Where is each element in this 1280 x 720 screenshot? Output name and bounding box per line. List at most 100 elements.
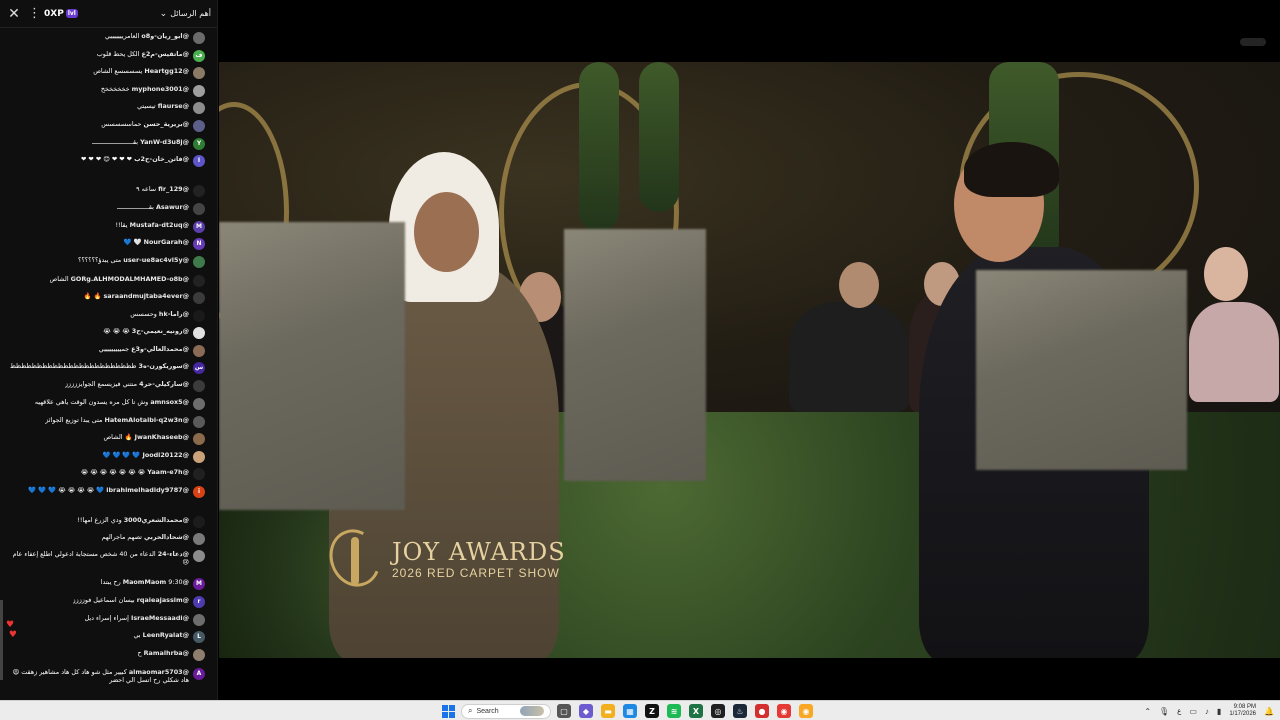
avatar[interactable]: [193, 310, 205, 322]
chat-message[interactable]: @Joodi20122 💙 💙 💙 💙: [7, 451, 205, 463]
chat-message[interactable]: @محمدالشعري3000 ودي الزرع امها!!: [7, 516, 205, 528]
avatar[interactable]: I: [193, 155, 205, 167]
chat-message[interactable]: @IsraeMessaadi إسراء إسراء ديل: [7, 614, 205, 626]
chat-message[interactable]: @شحادالحربي تصهم ماجرالهم: [7, 533, 205, 545]
taskbar-search[interactable]: ⌕ Search: [461, 703, 551, 719]
avatar[interactable]: L: [193, 631, 205, 643]
chat-message[interactable]: N @NourGarah 🤍 💙: [7, 238, 205, 250]
avatar[interactable]: [193, 185, 205, 197]
avatar[interactable]: [193, 649, 205, 661]
chevron-up-icon[interactable]: ⌃: [1144, 707, 1151, 716]
chrome-icon[interactable]: ◉: [777, 704, 791, 718]
avatar[interactable]: [193, 516, 205, 528]
avatar[interactable]: س: [193, 362, 205, 374]
volume-icon[interactable]: ♪: [1205, 707, 1209, 716]
chat-scrollbar[interactable]: [0, 600, 3, 680]
chat-author[interactable]: @Joodi20122: [142, 451, 189, 459]
chat-author[interactable]: @راما-hk: [159, 310, 189, 318]
chat-message[interactable]: M @MaomMaom 9:30 رح يبتدا: [7, 578, 205, 590]
avatar[interactable]: [193, 468, 205, 480]
chat-message[interactable]: @Ramalhrba ح: [7, 649, 205, 661]
chat-author[interactable]: @فاتن_خان-ح2ب: [134, 155, 189, 163]
avatar[interactable]: [193, 550, 205, 562]
clock[interactable]: 9:08 PM 1/17/2026: [1229, 704, 1256, 718]
avatar[interactable]: [193, 533, 205, 545]
avatar[interactable]: r: [193, 596, 205, 608]
chat-message[interactable]: @flaurse تيسيتي: [7, 102, 205, 114]
chat-message[interactable]: @بريرية_حسن حماسسسسس: [7, 120, 205, 132]
avatar[interactable]: [193, 102, 205, 114]
avatar[interactable]: N: [193, 238, 205, 250]
chat-message[interactable]: Y @YanW-d3u8j بقــــــــــــــــــــــ: [7, 138, 205, 150]
chat-author[interactable]: @IsraeMessaadi: [131, 614, 189, 622]
chat-message[interactable]: ف @ماتقيس-م2ع الكل يحط قلوب: [7, 50, 205, 62]
chat-message-list[interactable]: @ابو_ريان-وo8 العامريييييييي ف @ماتقيس-م2ع…: [0, 30, 217, 700]
chat-message[interactable]: i @ibrahimelhadidy9787 💙 😭 😭 😭 😭 💙 💙 💙: [7, 486, 205, 498]
avatar[interactable]: [193, 345, 205, 357]
chat-author[interactable]: @رونيه_نعيمي-ح3: [132, 327, 189, 335]
chat-message[interactable]: @myphone3001 خخخخخخخ: [7, 85, 205, 97]
avatar[interactable]: ف: [193, 50, 205, 62]
chat-message[interactable]: I @فاتن_خان-ح2ب ❤ ❤ ❤ 😊 ❤ ❤ ❤: [7, 155, 205, 167]
chat-author[interactable]: @ibrahimelhadidy9787: [106, 486, 189, 494]
chat-author[interactable]: @JwanKhaseeb: [135, 433, 189, 441]
chat-author[interactable]: @دعاء-24: [158, 550, 189, 558]
windows-start-icon[interactable]: [442, 704, 455, 718]
chat-message[interactable]: @JwanKhaseeb 🔥 الشاص: [7, 433, 205, 445]
avatar[interactable]: [193, 433, 205, 445]
chat-author[interactable]: @ماتقيس-م2ع: [141, 50, 189, 58]
chat-author[interactable]: @HatemAlotaibi-q2w3n: [104, 416, 189, 424]
chat-author[interactable]: @Ramalhrba: [144, 649, 189, 657]
chat-message[interactable]: @saraandmujtaba4ever 🔥 🔥: [7, 292, 205, 304]
avatar[interactable]: [193, 85, 205, 97]
chat-author[interactable]: @almaomar5703: [129, 668, 189, 676]
steam-icon[interactable]: ♨: [733, 704, 747, 718]
chat-message[interactable]: @HatemAlotaibi-q2w3n متى يبدا توزيع الجو…: [7, 416, 205, 428]
task-view-icon[interactable]: ▢: [557, 704, 571, 718]
avatar[interactable]: [193, 416, 205, 428]
avatar[interactable]: [193, 67, 205, 79]
avatar[interactable]: [193, 256, 205, 268]
avatar[interactable]: Y: [193, 138, 205, 150]
chat-message[interactable]: @ساركيلي-حر4 منتني فيزيسمع الجوايززززز: [7, 380, 205, 392]
chat-message[interactable]: @fir_129 ساعه ٩: [7, 185, 205, 197]
chat-message[interactable]: A @almaomar5703 كبيير مثل شو هاد كل هاد م…: [7, 668, 205, 684]
xp-indicator[interactable]: 0XP lvl: [44, 9, 78, 19]
chat-sort-dropdown[interactable]: ⌄ أهم الرسائل: [160, 9, 211, 19]
battery-icon[interactable]: ▮: [1217, 707, 1221, 716]
player-toggle-icon[interactable]: [1240, 38, 1266, 46]
avatar[interactable]: [193, 120, 205, 132]
avatar[interactable]: [193, 380, 205, 392]
avatar[interactable]: A: [193, 668, 205, 680]
more-options-icon[interactable]: ⋮: [28, 6, 41, 22]
chat-author[interactable]: @saraandmujtaba4ever: [104, 292, 190, 300]
avatar[interactable]: [193, 32, 205, 44]
chat-author[interactable]: @شحادالحربي: [144, 533, 189, 541]
chat-author[interactable]: @myphone3001: [132, 85, 189, 93]
avatar[interactable]: M: [193, 578, 205, 590]
chat-author[interactable]: @محمدالشعري3000: [124, 516, 189, 524]
chat-message[interactable]: @رونيه_نعيمي-ح3 😭 😭 😭: [7, 327, 205, 339]
chat-author[interactable]: @NourGarah: [144, 238, 189, 246]
chat-author[interactable]: @rqaieajassim: [137, 596, 189, 604]
avatar[interactable]: [193, 292, 205, 304]
avatar[interactable]: [193, 451, 205, 463]
recorder-icon[interactable]: ●: [755, 704, 769, 718]
excel-icon[interactable]: X: [689, 704, 703, 718]
avatar[interactable]: i: [193, 486, 205, 498]
file-explorer-icon[interactable]: ▬: [601, 704, 615, 718]
chat-author[interactable]: @سوريكورن-ه3: [139, 362, 190, 370]
chat-author[interactable]: @LeenRyalat: [143, 631, 189, 639]
notion-icon[interactable]: Z: [645, 704, 659, 718]
close-icon[interactable]: ✕: [6, 6, 22, 22]
chat-author[interactable]: @user-ue8ac4vl5y: [123, 256, 189, 264]
chat-message[interactable]: @محمدالعالي-و3ع جميييييييييي: [7, 345, 205, 357]
chat-message[interactable]: س @سوريكورن-ه3 ظظظظظظظظظظظظظظظظظظظظظظظظ: [7, 362, 205, 374]
chat-message[interactable]: @Heartgg12 يسسسسع الشاص: [7, 67, 205, 79]
avatar[interactable]: [193, 614, 205, 626]
chat-message[interactable]: @ابو_ريان-وo8 العامريييييييي: [7, 32, 205, 44]
network-icon[interactable]: ▭: [1189, 707, 1197, 716]
chat-message[interactable]: @GORg.ALHMODALMHAMED-o8b الشاص: [7, 275, 205, 287]
chat-author[interactable]: @بريرية_حسن: [144, 120, 189, 128]
avatar[interactable]: [193, 203, 205, 215]
